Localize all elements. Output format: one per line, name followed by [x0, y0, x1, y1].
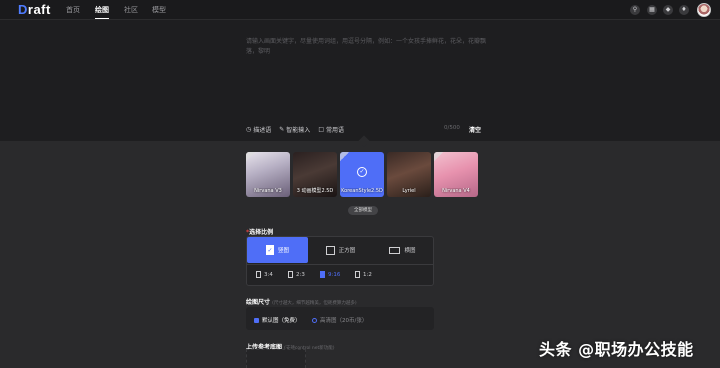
model-tag-icon	[340, 152, 349, 161]
model-list: Nirvana V3 3 动画模型2.5D ✓ KoreanStyle2.5D …	[246, 152, 478, 197]
nav-item-community[interactable]: 社区	[124, 5, 138, 15]
upload-dropzone[interactable]	[246, 349, 306, 368]
check-icon: ✓	[265, 245, 274, 255]
model-tag-icon	[246, 152, 255, 161]
search-icon[interactable]: ⚲	[630, 5, 640, 15]
check-icon: ✓	[357, 167, 367, 177]
nav-item-models[interactable]: 模型	[152, 5, 166, 15]
size-section-title: 绘图尺寸 (尺寸越大，细节越精美，但耗费算力越多)	[246, 299, 357, 306]
bell-icon[interactable]: ♦	[679, 5, 689, 15]
model-card[interactable]: 3 动画模型2.5D	[293, 152, 337, 197]
nav-item-draw[interactable]: 绘图	[95, 5, 109, 19]
ratio-option[interactable]: 1:2	[355, 271, 372, 278]
portrait-icon	[288, 271, 293, 278]
model-label: KoreanStyle2.5D	[341, 188, 383, 194]
grid-icon[interactable]: ▦	[647, 5, 657, 15]
model-tag-icon	[434, 152, 443, 161]
prompt-tools: ◷ 描述语 ✎ 智能输入 □ 常用语	[246, 125, 344, 134]
size-option-hd[interactable]: 高清图（20币/张）	[312, 316, 367, 324]
tag-icon[interactable]: ◆	[663, 5, 673, 15]
radio-icon	[312, 317, 317, 323]
char-counter: 0/500	[444, 125, 460, 131]
size-option-default[interactable]: 默认图（免费）	[254, 316, 301, 324]
top-nav: Draft 首页 绘图 社区 模型 ⚲ ▦ ◆ ♦	[0, 0, 720, 20]
nav-item-home[interactable]: 首页	[66, 5, 80, 15]
model-label: Nirvana V3	[254, 188, 282, 194]
clock-icon: ◷	[246, 126, 252, 133]
portrait-icon	[355, 271, 360, 278]
avatar[interactable]	[697, 3, 711, 17]
divider	[247, 264, 433, 265]
model-card[interactable]: Nirvana V3	[246, 152, 290, 197]
model-card[interactable]: Lyriel	[387, 152, 431, 197]
all-models-button[interactable]: 全部模型	[348, 206, 378, 215]
orientation-square[interactable]: 正方图	[310, 237, 371, 263]
ratio-section-title: *选择比例	[246, 229, 274, 236]
orientation-landscape[interactable]: 横图	[372, 237, 433, 263]
watermark: 头条 @职场办公技能	[539, 340, 694, 359]
ratio-option[interactable]: 3:4	[256, 271, 273, 278]
ratio-option-selected[interactable]: 9:16	[320, 271, 340, 278]
model-label: 3 动画模型2.5D	[296, 188, 334, 194]
app-logo[interactable]: Draft	[18, 2, 51, 17]
tool-common-phrases[interactable]: □ 常用语	[318, 125, 344, 134]
orientation-portrait[interactable]: ✓ 竖图	[247, 237, 308, 263]
pen-icon: ✎	[279, 126, 285, 133]
model-label: Lyriel	[402, 188, 416, 194]
ratio-option[interactable]: 2:3	[288, 271, 305, 278]
model-card-selected[interactable]: ✓ KoreanStyle2.5D	[340, 152, 384, 197]
portrait-icon	[256, 271, 261, 278]
clear-button[interactable]: 清空	[469, 125, 481, 134]
square-icon	[325, 245, 335, 255]
radio-icon	[254, 317, 259, 323]
landscape-icon	[389, 246, 401, 254]
prompt-input[interactable]: 请输入画面关键字，尽量使用词组，用逗号分隔，例如：一个女孩手捧鲜花，花朵，花瓣飘…	[246, 37, 486, 57]
model-card[interactable]: Nirvana V4	[434, 152, 478, 197]
portrait-icon	[320, 271, 325, 278]
tool-description[interactable]: ◷ 描述语	[246, 125, 271, 134]
model-label: Nirvana V4	[442, 188, 470, 194]
folder-icon: □	[318, 126, 324, 133]
tool-smart-input[interactable]: ✎ 智能输入	[279, 125, 310, 134]
